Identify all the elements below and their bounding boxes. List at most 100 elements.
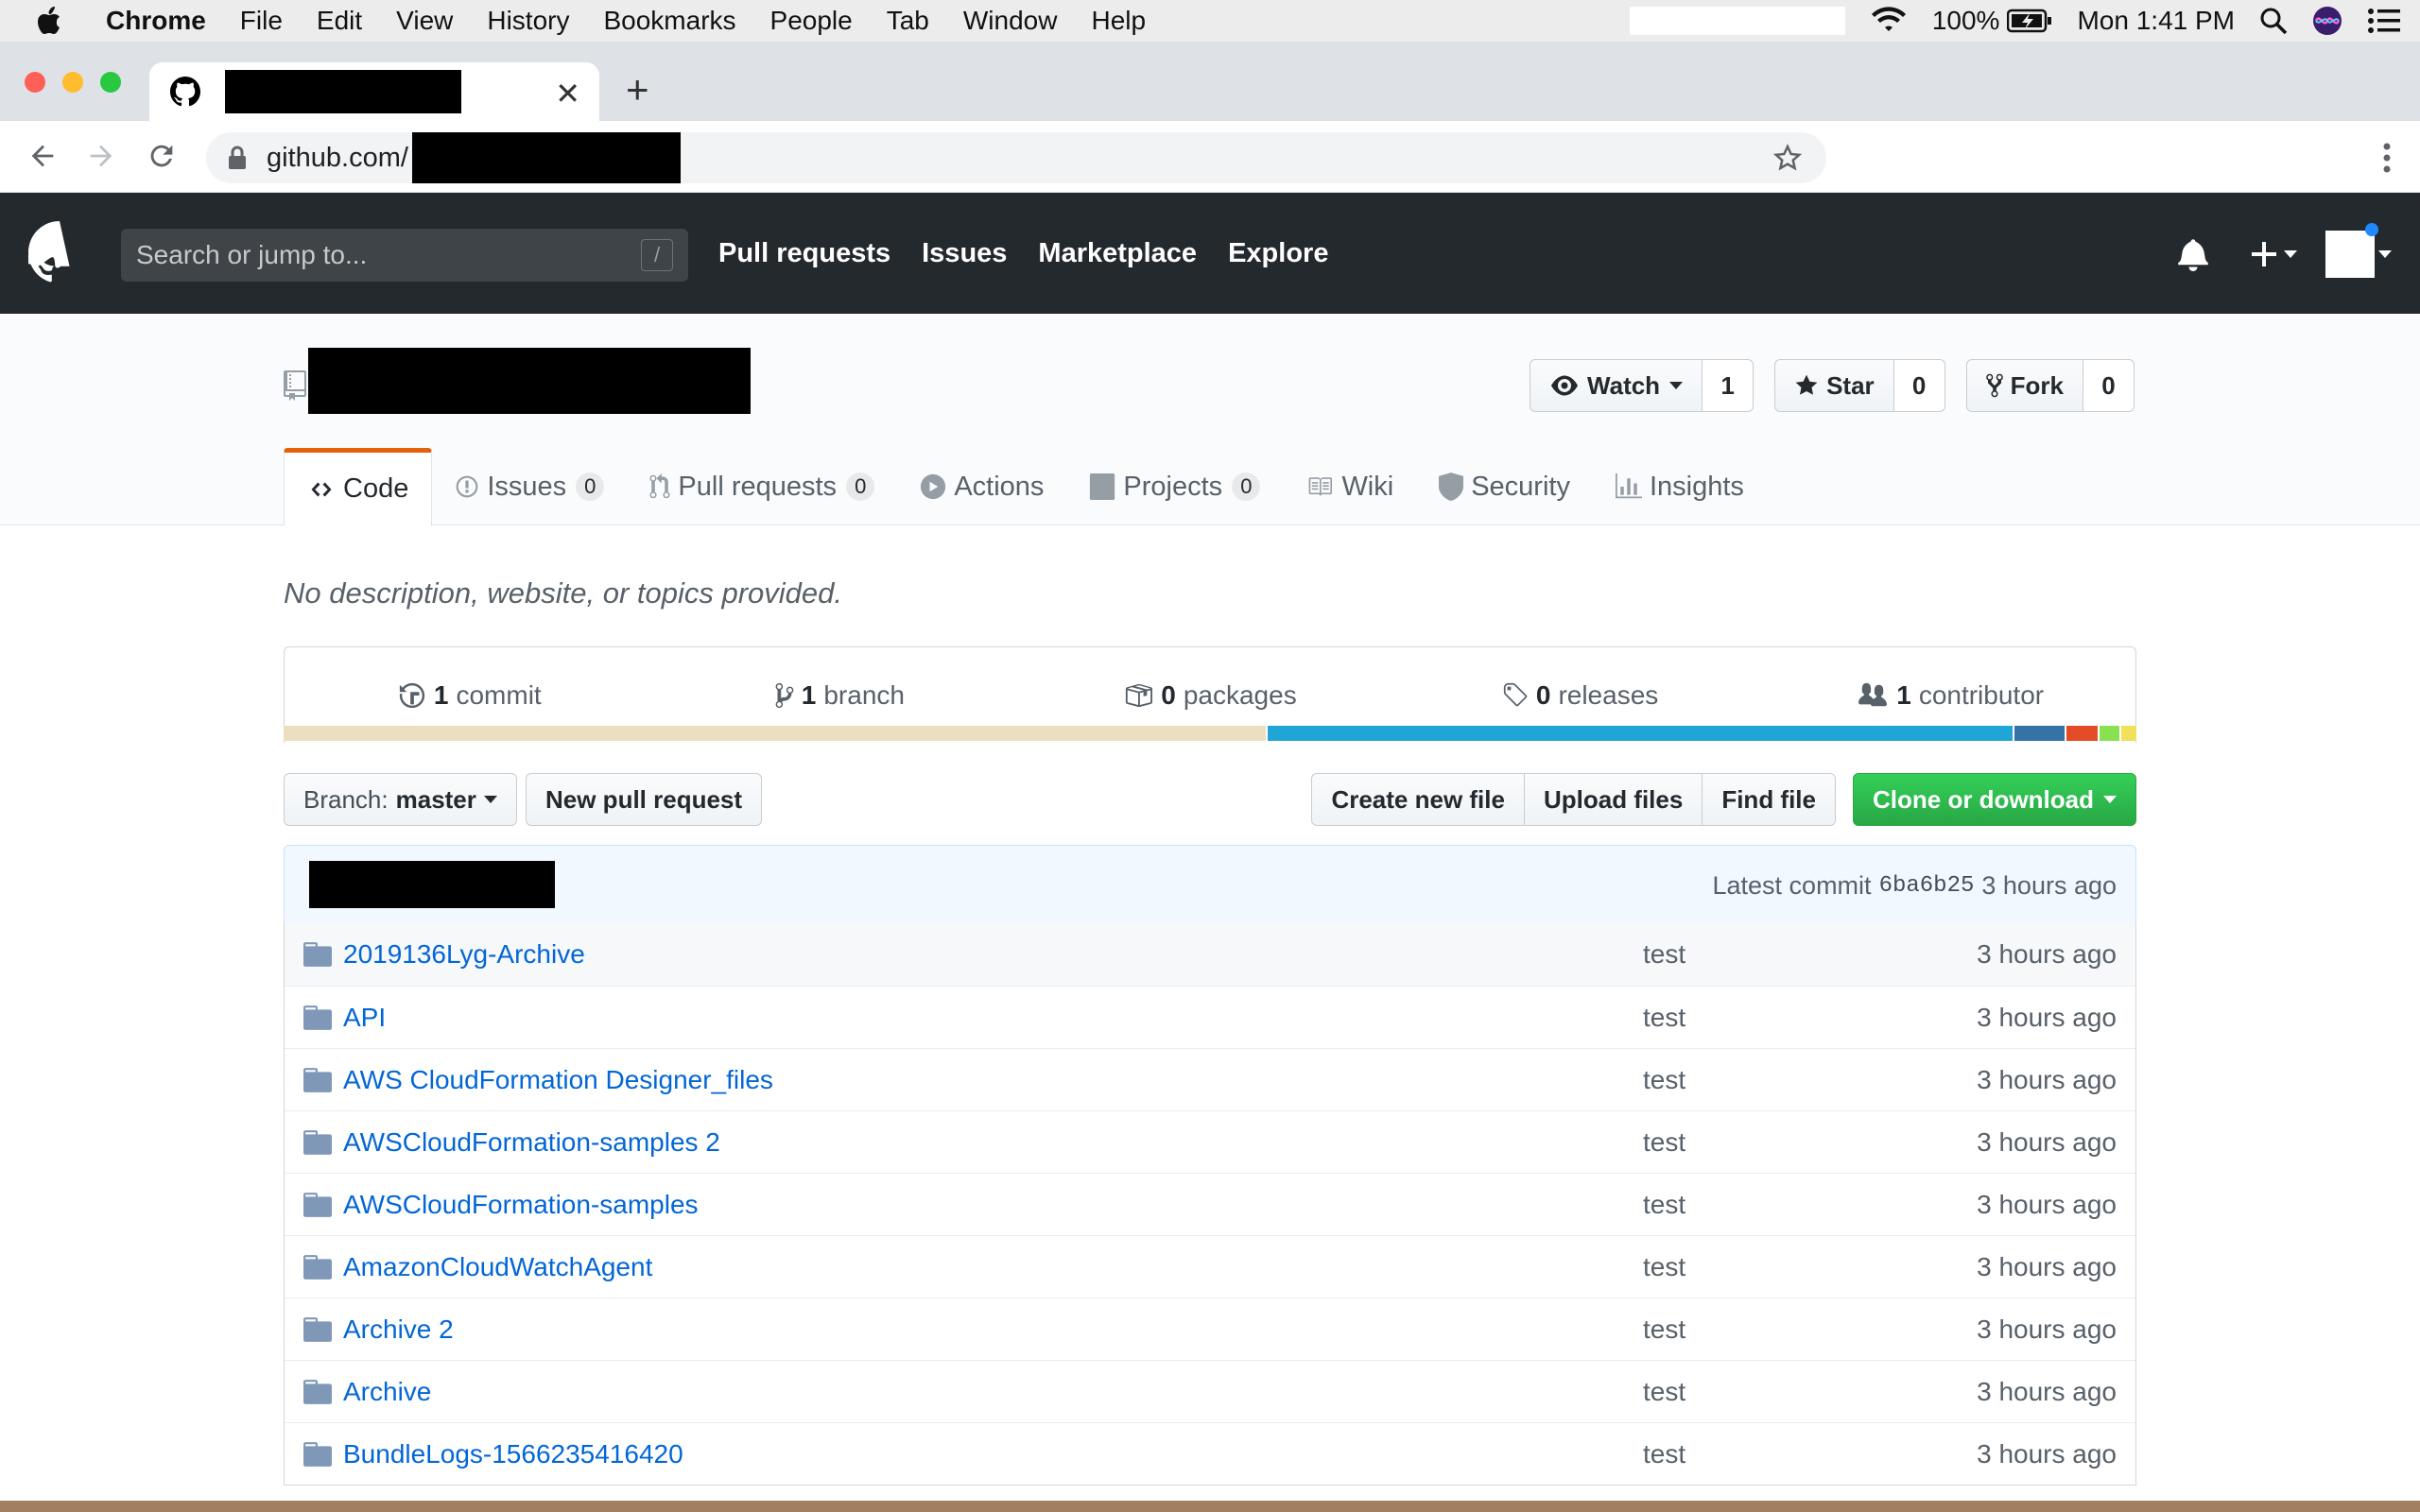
chrome-menu-icon[interactable] xyxy=(2382,142,2392,174)
wifi-icon[interactable] xyxy=(1870,7,1908,35)
menu-window[interactable]: Window xyxy=(963,6,1058,36)
window-close-button[interactable] xyxy=(25,72,45,93)
tab-issues[interactable]: Issues 0 xyxy=(432,448,627,525)
tab-actions[interactable]: Actions xyxy=(897,448,1066,525)
bookmark-star-icon[interactable] xyxy=(1773,144,1802,172)
commit-message-link[interactable]: test xyxy=(1643,1439,1685,1469)
menu-edit[interactable]: Edit xyxy=(317,6,362,36)
folder-icon xyxy=(303,1254,332,1280)
file-name-link[interactable]: AmazonCloudWatchAgent xyxy=(343,1252,652,1282)
window-zoom-button[interactable] xyxy=(100,72,121,93)
commit-message-link[interactable]: test xyxy=(1643,1377,1685,1407)
nav-issues[interactable]: Issues xyxy=(922,238,1007,269)
commit-message-link[interactable]: test xyxy=(1643,1065,1685,1095)
play-icon xyxy=(921,473,946,500)
file-name-link[interactable]: AWSCloudFormation-samples 2 xyxy=(343,1127,720,1158)
back-arrow-icon[interactable] xyxy=(26,140,59,172)
table-row[interactable]: 2019136Lyg-Archive test 3 hours ago xyxy=(285,923,2135,986)
plus-icon xyxy=(2252,242,2276,266)
star-button[interactable]: Star xyxy=(1774,359,1894,412)
window-minimize-button[interactable] xyxy=(62,72,83,93)
menu-people[interactable]: People xyxy=(770,6,853,36)
create-new-dropdown[interactable] xyxy=(2250,240,2297,268)
menu-tab[interactable]: Tab xyxy=(887,6,929,36)
menu-chrome[interactable]: Chrome xyxy=(106,6,206,36)
latest-commit-info: Latest commit 6ba6b25 3 hours ago xyxy=(1713,846,2118,925)
file-age: 3 hours ago xyxy=(1977,1376,2117,1406)
table-row[interactable]: AWSCloudFormation-samples test 3 hours a… xyxy=(285,1173,2135,1235)
tab-wiki[interactable]: Wiki xyxy=(1283,448,1416,525)
file-name-link[interactable]: Archive 2 xyxy=(343,1314,454,1345)
url-text[interactable]: github.com/ xyxy=(267,143,408,174)
table-row[interactable]: Archive 2 test 3 hours ago xyxy=(285,1297,2135,1360)
file-name-link[interactable]: BundleLogs-1566235416420 xyxy=(343,1439,683,1469)
spotlight-icon[interactable] xyxy=(2259,7,2288,35)
table-row[interactable]: BundleLogs-1566235416420 test 3 hours ag… xyxy=(285,1422,2135,1485)
menu-help[interactable]: Help xyxy=(1091,6,1146,36)
notification-bell-icon[interactable] xyxy=(2178,237,2208,271)
language-bar[interactable] xyxy=(284,726,2136,741)
book-icon xyxy=(1309,477,1333,496)
table-row[interactable]: AWS CloudFormation Designer_files test 3… xyxy=(285,1048,2135,1110)
menu-history[interactable]: History xyxy=(487,6,569,36)
status-dot xyxy=(2365,223,2378,236)
table-row[interactable]: API test 3 hours ago xyxy=(285,986,2135,1048)
commit-message-link[interactable]: test xyxy=(1643,1314,1685,1345)
clone-or-download-button[interactable]: Clone or download xyxy=(1853,773,2136,826)
browser-tab-active[interactable]: ✕ xyxy=(149,62,599,121)
file-age: 3 hours ago xyxy=(1977,1314,2117,1344)
commit-message-link[interactable]: test xyxy=(1643,1127,1685,1158)
tab-code[interactable]: Code xyxy=(284,448,433,526)
file-name-link[interactable]: 2019136Lyg-Archive xyxy=(343,939,585,970)
avatar-chevron-down-icon[interactable] xyxy=(2378,250,2392,258)
nav-pull-requests[interactable]: Pull requests xyxy=(718,238,890,269)
upload-files-button[interactable]: Upload files xyxy=(1523,773,1703,826)
github-search-box[interactable]: / xyxy=(121,229,688,282)
forward-arrow-icon[interactable] xyxy=(85,140,117,172)
address-bar[interactable]: github.com/ xyxy=(206,132,1826,183)
lock-icon[interactable] xyxy=(227,146,248,170)
siri-icon[interactable] xyxy=(2312,6,2342,36)
tab-projects[interactable]: Projects 0 xyxy=(1066,448,1283,525)
notification-center-icon[interactable] xyxy=(2367,8,2401,34)
table-row[interactable]: AWSCloudFormation-samples 2 test 3 hours… xyxy=(285,1110,2135,1173)
star-count[interactable]: 0 xyxy=(1893,359,1945,412)
file-name-link[interactable]: API xyxy=(343,1003,386,1033)
watch-count[interactable]: 1 xyxy=(1703,359,1754,412)
reload-icon[interactable] xyxy=(146,140,178,172)
apple-icon[interactable] xyxy=(36,6,74,36)
nav-explore[interactable]: Explore xyxy=(1228,238,1328,269)
search-input[interactable] xyxy=(136,240,628,270)
nav-marketplace[interactable]: Marketplace xyxy=(1038,238,1197,269)
commit-message-link[interactable]: test xyxy=(1643,1190,1685,1220)
menu-view[interactable]: View xyxy=(396,6,453,36)
new-pull-request-button[interactable]: New pull request xyxy=(526,773,763,826)
tab-insights[interactable]: Insights xyxy=(1593,448,1767,525)
watch-button[interactable]: Watch xyxy=(1530,359,1703,412)
file-name-link[interactable]: Archive xyxy=(343,1377,431,1407)
battery-icon[interactable] xyxy=(2007,9,2052,33)
new-tab-button[interactable]: + xyxy=(626,70,649,110)
menu-bookmarks[interactable]: Bookmarks xyxy=(603,6,735,36)
find-file-button[interactable]: Find file xyxy=(1702,773,1836,826)
tab-close-icon[interactable]: ✕ xyxy=(555,76,580,112)
tab-security[interactable]: Security xyxy=(1416,448,1593,525)
fork-count[interactable]: 0 xyxy=(2083,359,2135,412)
branch-select-button[interactable]: Branch: master xyxy=(284,773,517,826)
create-new-file-button[interactable]: Create new file xyxy=(1311,773,1525,826)
table-row[interactable]: AmazonCloudWatchAgent test 3 hours ago xyxy=(285,1235,2135,1297)
graph-icon xyxy=(1615,473,1642,499)
table-row[interactable]: Archive test 3 hours ago xyxy=(285,1360,2135,1422)
fork-button[interactable]: Fork xyxy=(1965,359,2083,412)
menubar-clock[interactable]: Mon 1:41 PM xyxy=(2077,6,2235,36)
tab-pull-requests[interactable]: Pull requests 0 xyxy=(627,448,897,525)
commit-sha-link[interactable]: 6ba6b25 xyxy=(1879,873,1975,899)
menu-file[interactable]: File xyxy=(240,6,283,36)
commit-message-link[interactable]: test xyxy=(1643,939,1685,970)
commit-message-link[interactable]: test xyxy=(1643,1003,1685,1033)
github-logo-icon[interactable] xyxy=(28,221,91,284)
file-name-link[interactable]: AWS CloudFormation Designer_files xyxy=(343,1065,773,1095)
avatar[interactable] xyxy=(2325,223,2378,278)
commit-message-link[interactable]: test xyxy=(1643,1252,1685,1282)
file-name-link[interactable]: AWSCloudFormation-samples xyxy=(343,1190,699,1220)
